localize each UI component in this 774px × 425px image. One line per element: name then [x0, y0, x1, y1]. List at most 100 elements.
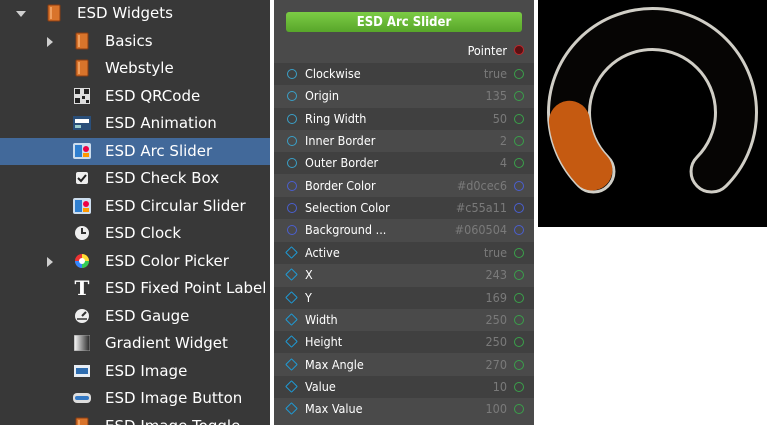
- tree-item[interactable]: ESD Circular Slider: [0, 193, 270, 220]
- property-row[interactable]: Origin 135: [274, 85, 534, 107]
- tree-item[interactable]: ESD Color Picker: [0, 248, 270, 275]
- input-port-diamond-icon[interactable]: [285, 380, 298, 393]
- expand-right-arrow-icon[interactable]: [47, 256, 53, 267]
- property-value[interactable]: 10: [493, 379, 507, 394]
- output-port-icon[interactable]: [514, 91, 524, 102]
- input-port-circle-icon[interactable]: [287, 158, 297, 169]
- property-value[interactable]: #060504: [455, 222, 507, 237]
- output-port-icon[interactable]: [514, 270, 524, 281]
- output-port-icon[interactable]: [514, 136, 524, 147]
- tree-item[interactable]: ESD Clock: [0, 220, 270, 247]
- checkbox-icon: [73, 169, 91, 187]
- property-value[interactable]: 135: [486, 88, 507, 103]
- property-row[interactable]: Clockwise true: [274, 63, 534, 85]
- tree-item-label: ESD Arc Slider: [105, 141, 213, 160]
- property-row[interactable]: Height 250: [274, 331, 534, 354]
- property-value[interactable]: 2: [500, 133, 507, 148]
- property-value[interactable]: 243: [486, 267, 507, 282]
- tree-item[interactable]: ESD Image: [0, 358, 270, 385]
- output-port-icon[interactable]: [514, 113, 524, 124]
- tree-item[interactable]: T ESD Fixed Point Label: [0, 275, 270, 302]
- output-port-icon[interactable]: [514, 337, 524, 348]
- input-port-circle-icon[interactable]: [287, 180, 297, 191]
- input-port-circle-icon[interactable]: [287, 136, 297, 147]
- input-port-circle-icon[interactable]: [287, 113, 297, 124]
- output-port-icon[interactable]: [514, 247, 524, 258]
- arc-slider-graphic[interactable]: [538, 0, 767, 227]
- input-port-circle-icon[interactable]: [287, 225, 297, 236]
- expand-right-arrow-icon[interactable]: [47, 36, 53, 47]
- property-value[interactable]: 4: [500, 155, 507, 170]
- property-row[interactable]: Inner Border 2: [274, 130, 534, 152]
- property-value[interactable]: 270: [486, 357, 507, 372]
- input-port-diamond-icon[interactable]: [285, 268, 298, 282]
- tree-item[interactable]: ESD Image Toggle: [0, 413, 270, 425]
- property-row[interactable]: Active true: [274, 241, 534, 264]
- property-row[interactable]: Border Color #d0cec6: [274, 175, 534, 197]
- tree-item[interactable]: ESD Widgets: [0, 0, 270, 27]
- folder-icon: [73, 32, 91, 50]
- property-row[interactable]: Width 250: [274, 309, 534, 331]
- property-row[interactable]: X 243: [274, 264, 534, 286]
- property-row[interactable]: Selection Color #c55a11: [274, 197, 534, 220]
- property-value[interactable]: 100: [486, 401, 507, 416]
- property-row[interactable]: Max Value 100: [274, 398, 534, 420]
- property-row[interactable]: Outer Border 4: [274, 152, 534, 175]
- input-port-diamond-icon[interactable]: [285, 290, 298, 304]
- output-port-icon[interactable]: [514, 180, 524, 191]
- property-value[interactable]: 169: [486, 290, 507, 305]
- property-row[interactable]: Background ... #060504: [274, 219, 534, 241]
- property-label: Y: [305, 289, 312, 305]
- tree-item[interactable]: ESD Arc Slider: [0, 137, 270, 165]
- output-port-icon[interactable]: [514, 314, 524, 325]
- tree-item-label: ESD QRCode: [105, 86, 201, 105]
- tree-item-label: ESD Circular Slider: [105, 196, 246, 215]
- input-port-diamond-icon[interactable]: [285, 335, 298, 349]
- input-port-diamond-icon[interactable]: [285, 357, 298, 371]
- pointer-port-icon[interactable]: [514, 45, 524, 55]
- input-port-circle-icon[interactable]: [287, 69, 297, 79]
- output-port-icon[interactable]: [514, 158, 524, 169]
- property-row[interactable]: Ring Width 50: [274, 107, 534, 130]
- property-label: Selection Color: [305, 200, 390, 216]
- expand-down-arrow-icon[interactable]: [16, 11, 26, 17]
- input-port-diamond-icon[interactable]: [285, 245, 298, 259]
- output-port-icon[interactable]: [514, 203, 524, 214]
- tree-item[interactable]: ESD Gauge: [0, 303, 270, 330]
- input-port-diamond-icon[interactable]: [285, 312, 298, 326]
- tree-item[interactable]: ESD QRCode: [0, 83, 270, 110]
- property-value[interactable]: true: [484, 245, 507, 260]
- output-port-icon[interactable]: [514, 404, 524, 415]
- output-port-icon[interactable]: [514, 225, 524, 236]
- property-label: Clockwise: [305, 66, 361, 81]
- output-port-icon[interactable]: [514, 381, 524, 392]
- tree-item[interactable]: ESD Animation: [0, 110, 270, 137]
- tree-item-label: ESD Animation: [105, 114, 217, 132]
- tree-item[interactable]: Gradient Widget: [0, 330, 270, 357]
- property-value[interactable]: 50: [493, 111, 507, 126]
- property-row[interactable]: Max Angle 270: [274, 354, 534, 376]
- property-value[interactable]: true: [484, 66, 507, 81]
- input-port-diamond-icon[interactable]: [285, 402, 298, 416]
- output-port-icon[interactable]: [514, 292, 524, 303]
- input-port-circle-icon[interactable]: [287, 91, 297, 102]
- property-row[interactable]: Value 10: [274, 375, 534, 398]
- tree-item-label: Gradient Widget: [105, 334, 228, 352]
- property-value[interactable]: 250: [486, 334, 507, 349]
- tree-item[interactable]: ESD Image Button: [0, 385, 270, 412]
- tree-item[interactable]: Basics: [0, 28, 270, 55]
- node-title[interactable]: ESD Arc Slider: [286, 12, 522, 32]
- tree-item[interactable]: ESD Check Box: [0, 165, 270, 192]
- property-label: Max Angle: [305, 356, 364, 372]
- property-value[interactable]: 250: [486, 312, 507, 327]
- property-value[interactable]: #c55a11: [456, 200, 507, 215]
- property-label: Border Color: [305, 177, 376, 193]
- arc-selection[interactable]: [548, 100, 613, 191]
- output-port-icon[interactable]: [514, 69, 524, 79]
- input-port-circle-icon[interactable]: [287, 203, 297, 214]
- tree-item[interactable]: Webstyle: [0, 55, 270, 82]
- output-port-icon[interactable]: [514, 359, 524, 370]
- property-row[interactable]: Y 169: [274, 286, 534, 309]
- property-value[interactable]: #d0cec6: [457, 178, 507, 193]
- clock-icon: [73, 224, 91, 242]
